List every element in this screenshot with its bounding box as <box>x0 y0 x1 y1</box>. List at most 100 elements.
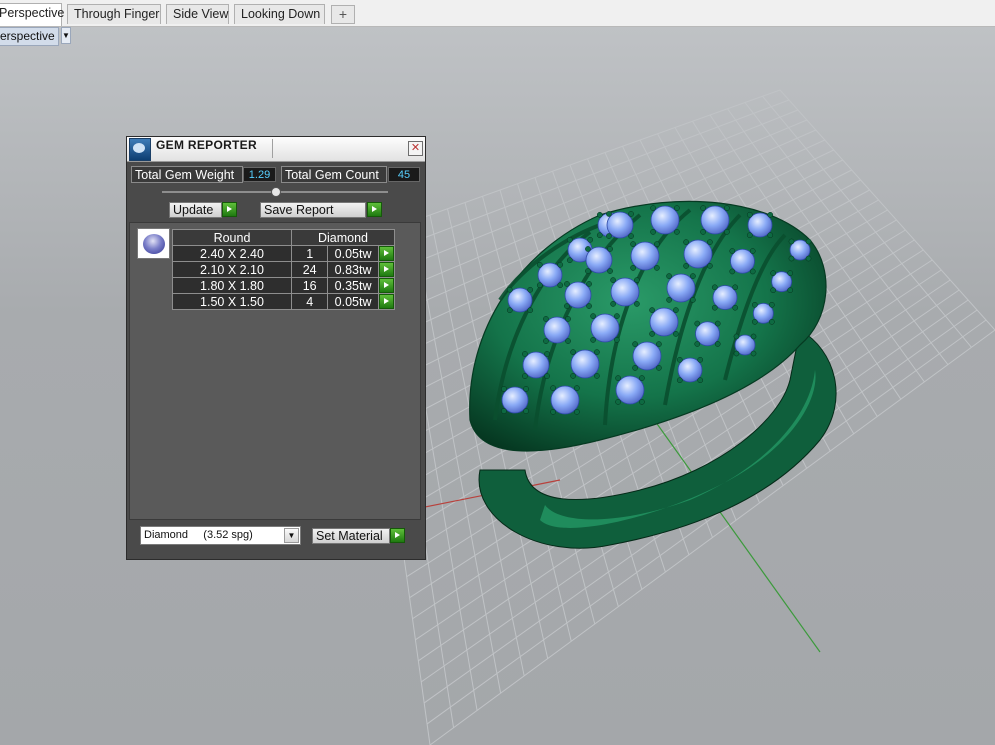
gemstone <box>650 205 680 235</box>
prong <box>714 341 721 347</box>
tab-side-view[interactable]: Side View <box>166 4 229 24</box>
prong <box>506 307 513 314</box>
prong <box>654 265 660 271</box>
prong <box>751 301 758 308</box>
select-row-arrow-icon[interactable] <box>378 294 394 309</box>
add-tab-button[interactable]: + <box>331 5 355 24</box>
viewport-name-label[interactable]: erspective <box>0 27 59 46</box>
prong <box>690 297 696 303</box>
column-header-shape: Round <box>172 229 292 246</box>
prong <box>630 265 636 271</box>
gem-count: 4 <box>290 293 329 310</box>
set-material-go-arrow-icon[interactable] <box>390 528 405 543</box>
prong <box>585 268 591 274</box>
prong <box>673 331 679 337</box>
prong <box>543 316 549 322</box>
prong <box>614 337 620 343</box>
prong <box>750 350 757 357</box>
prong <box>788 255 795 262</box>
table-row[interactable]: 2.40 X 2.40 1 0.05tw <box>172 245 396 262</box>
prong <box>770 270 777 277</box>
prong <box>527 307 534 314</box>
prong <box>506 286 513 293</box>
gem-reporter-panel: GEM REPORTER ✕ Total Gem Weight 1.29 Tot… <box>126 136 426 560</box>
prong <box>585 246 591 252</box>
select-row-arrow-icon[interactable] <box>378 246 394 261</box>
prong <box>787 270 794 277</box>
row-go-cell[interactable] <box>377 277 396 294</box>
prong <box>767 211 774 218</box>
prong <box>724 205 730 211</box>
prong <box>634 277 640 283</box>
prong <box>733 350 740 357</box>
gemstone <box>550 385 580 415</box>
gem-weight: 0.35tw <box>327 277 379 294</box>
prong <box>767 232 774 239</box>
prong <box>654 241 660 247</box>
prong <box>666 273 672 279</box>
tab-through-finger[interactable]: Through Finger <box>67 4 161 24</box>
prong <box>649 307 655 313</box>
prong <box>596 211 603 218</box>
tab-looking-down[interactable]: Looking Down <box>234 4 325 24</box>
prong <box>586 281 592 287</box>
table-row[interactable]: 2.10 X 2.10 24 0.83tw <box>172 261 396 278</box>
gemstone <box>683 239 713 269</box>
prong <box>768 318 775 325</box>
prong <box>564 303 570 309</box>
prong <box>639 399 645 405</box>
prong <box>615 375 621 381</box>
material-select[interactable]: Diamond (3.52 spg) ▼ <box>140 526 301 545</box>
prong <box>697 356 704 363</box>
prong <box>550 409 556 415</box>
set-material-button[interactable]: Set Material <box>312 528 390 544</box>
prong <box>683 239 689 245</box>
prong <box>732 284 739 291</box>
gem-count: 1 <box>290 245 329 262</box>
select-row-arrow-icon[interactable] <box>378 278 394 293</box>
gemstone <box>630 241 660 271</box>
panel-slider-handle[interactable] <box>271 187 281 197</box>
prong <box>570 373 576 379</box>
save-report-button[interactable]: Save Report <box>260 202 366 218</box>
round-gem-icon[interactable] <box>137 228 170 259</box>
row-go-cell[interactable] <box>377 245 396 262</box>
prong <box>694 320 701 327</box>
row-go-cell[interactable] <box>377 261 396 278</box>
prong <box>570 349 576 355</box>
prong <box>711 284 718 291</box>
prong <box>543 338 549 344</box>
prong <box>707 239 713 245</box>
gemstone <box>632 341 662 371</box>
prong <box>656 341 662 347</box>
prong <box>594 373 600 379</box>
update-button[interactable]: Update <box>169 202 222 218</box>
panel-title-bar[interactable]: GEM REPORTER ✕ <box>127 137 425 162</box>
prong <box>700 229 706 235</box>
row-go-cell[interactable] <box>377 293 396 310</box>
table-row[interactable]: 1.50 X 1.50 4 0.05tw <box>172 293 396 310</box>
chevron-down-icon[interactable]: ▼ <box>284 528 299 543</box>
prong <box>566 257 573 264</box>
prong <box>501 386 507 392</box>
prong <box>606 211 612 217</box>
save-report-go-arrow-icon[interactable] <box>367 202 382 217</box>
prong <box>630 241 636 247</box>
gem-size: 1.80 X 1.80 <box>172 277 292 294</box>
prong <box>536 261 543 268</box>
prong <box>697 377 704 384</box>
prong <box>711 304 718 311</box>
prong <box>565 338 571 344</box>
prong <box>674 229 680 235</box>
prong <box>788 238 795 245</box>
tab-perspective[interactable]: Perspective <box>0 3 64 26</box>
close-icon[interactable]: ✕ <box>408 141 423 156</box>
gem-weight: 0.05tw <box>327 293 379 310</box>
viewport-menu-dropdown-icon[interactable]: ▼ <box>61 27 71 44</box>
table-row[interactable]: 1.80 X 1.80 16 0.35tw <box>172 277 396 294</box>
prong <box>749 248 756 254</box>
update-go-arrow-icon[interactable] <box>222 202 237 217</box>
prong <box>751 318 758 325</box>
select-row-arrow-icon[interactable] <box>378 262 394 277</box>
gem-size: 2.40 X 2.40 <box>172 245 292 262</box>
